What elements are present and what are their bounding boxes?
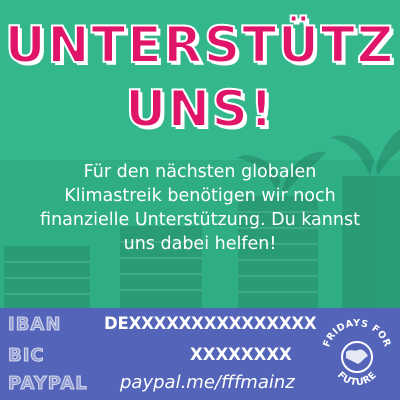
- appeal-line: finanzielle Unterstützung. Du kannst: [40, 210, 360, 230]
- fridays-for-future-logo: FRIDAYS FOR FUTURE: [321, 318, 392, 388]
- iban-value: DEXXXXXXXXXXXXXXX: [104, 314, 317, 333]
- bic-value: XXXXXXXX: [190, 345, 292, 364]
- paypal-label: PAYPAL: [8, 373, 88, 395]
- globe-icon: [341, 341, 373, 373]
- appeal-line: Klimastreik benötigen wir noch: [64, 186, 336, 206]
- bic-label: BIC: [8, 345, 45, 367]
- appeal-line: Für den nächsten globalen: [83, 162, 317, 182]
- iban-label: IBAN: [7, 314, 62, 336]
- paypal-link[interactable]: paypal.me/fffmainz: [120, 372, 295, 393]
- donation-card: UNTERSTÜTZ UNS! Für den nächsten globale…: [0, 0, 400, 400]
- appeal-line: uns dabei helfen!: [123, 234, 277, 254]
- headline-line-2: UNS!: [124, 80, 275, 138]
- headline-line-1: UNTERSTÜTZ: [4, 16, 396, 74]
- svg-text:FRIDAYS FOR: FRIDAYS FOR: [321, 318, 392, 349]
- appeal-text: Für den nächsten globalen Klimastreik be…: [14, 160, 386, 256]
